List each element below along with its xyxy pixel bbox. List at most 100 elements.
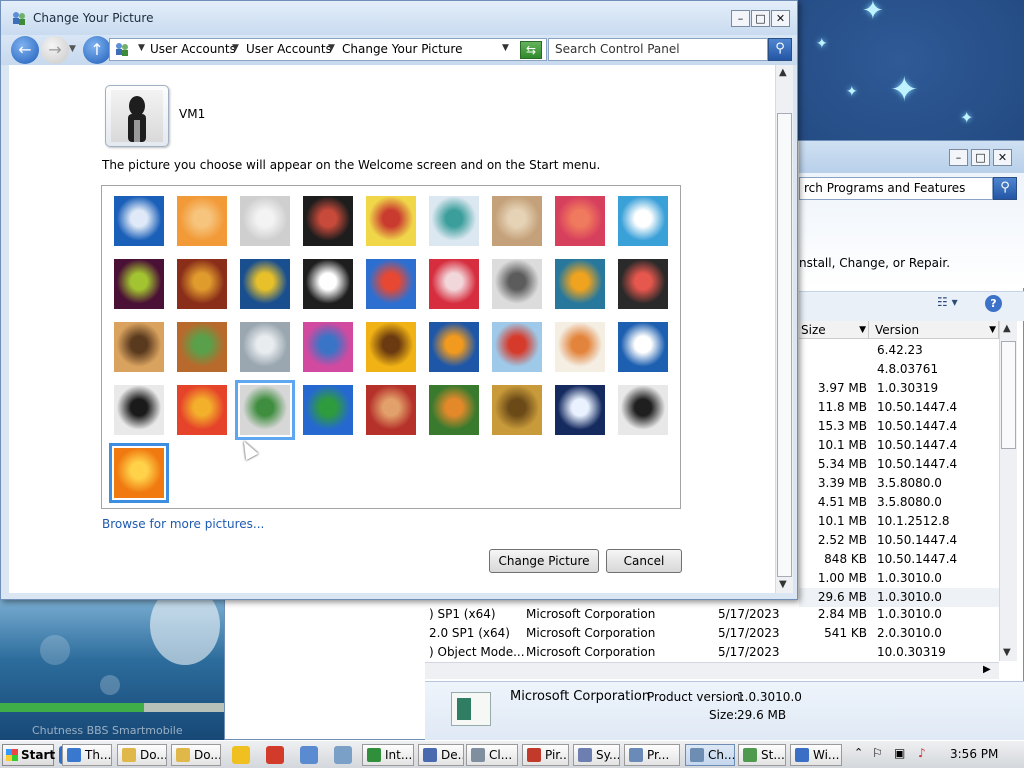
picture-basket[interactable]	[492, 385, 542, 435]
picture-flower[interactable]	[555, 196, 605, 246]
picture-lighthouse[interactable]	[555, 385, 605, 435]
picture-fish[interactable]	[429, 322, 479, 372]
program-row[interactable]: 4.8.03761	[799, 360, 999, 379]
cancel-button[interactable]: Cancel	[606, 549, 682, 573]
picture-pinwheel[interactable]	[618, 196, 668, 246]
dialog-scroll-thumb[interactable]	[777, 113, 792, 577]
address-bar[interactable]: ▼ User Accounts ▼ User Accounts ▼ Change…	[109, 38, 547, 61]
picture-orange-daisy[interactable]	[109, 443, 169, 503]
breadcrumb-arrow-icon[interactable]: ▼	[232, 43, 239, 53]
program-row[interactable]: 5.34 MB 10.50.1447.4	[799, 455, 999, 474]
picture-pomeranian[interactable]	[177, 322, 227, 372]
chevron-up-icon[interactable]: ⌃	[854, 746, 863, 759]
dialog-scrollbar[interactable]: ▲ ▼	[775, 65, 793, 593]
change-picture-button[interactable]: Change Picture	[489, 549, 599, 573]
taskbar-item[interactable]: Wi...	[790, 744, 842, 766]
programs-search-input[interactable]: rch Programs and Features	[799, 177, 993, 200]
picture-woven-pattern[interactable]	[366, 385, 416, 435]
taskbar-item[interactable]: Do...	[117, 744, 167, 766]
taskbar-item[interactable]: Pir...	[522, 744, 569, 766]
taskbar-item[interactable]: Ch...	[685, 744, 735, 766]
program-row[interactable]: 848 KB 10.50.1447.4	[799, 550, 999, 569]
picture-silhouette[interactable]	[618, 385, 668, 435]
taskbar-item[interactable]: Do...	[171, 744, 221, 766]
taskbar-item[interactable]: Pr...	[624, 744, 680, 766]
column-version[interactable]: Version ▼	[873, 321, 999, 339]
program-row[interactable]: ) SP1 (x64) Microsoft Corporation 5/17/202…	[425, 605, 999, 624]
taskbar-item[interactable]: De...	[418, 744, 464, 766]
program-row[interactable]: 10.1 MB 10.1.2512.8	[799, 512, 999, 531]
taskbar-item[interactable]: St...	[738, 744, 786, 766]
picture-paper-crane[interactable]	[618, 259, 668, 309]
breadcrumb-user-accounts[interactable]: User Accounts	[150, 42, 236, 56]
close-button[interactable]: ✕	[771, 10, 790, 27]
picture-lucky-cat[interactable]	[366, 196, 416, 246]
taskbar-item[interactable]: Int...	[362, 744, 414, 766]
picture-star-lantern[interactable]	[429, 259, 479, 309]
programs-maximize-button[interactable]: □	[971, 149, 990, 166]
program-row[interactable]: 4.51 MB 3.5.8080.0	[799, 493, 999, 512]
picture-guitar[interactable]	[114, 322, 164, 372]
quicklaunch-icon[interactable]	[266, 746, 284, 764]
program-row[interactable]: 10.1 MB 10.50.1447.4	[799, 436, 999, 455]
picture-kitten[interactable]	[492, 196, 542, 246]
picture-crayons[interactable]	[366, 259, 416, 309]
taskbar-item[interactable]: Sy...	[573, 744, 620, 766]
picture-scarves[interactable]	[303, 322, 353, 372]
chevron-down-icon[interactable]: ▼	[859, 321, 866, 339]
picture-robot-figure[interactable]	[240, 196, 290, 246]
network-icon[interactable]: ▣	[894, 746, 905, 760]
picture-marbles[interactable]	[235, 380, 295, 440]
scroll-right-icon[interactable]: ▶	[983, 664, 991, 675]
maximize-button[interactable]: □	[751, 10, 770, 27]
picture-doll[interactable]	[555, 322, 605, 372]
programs-scroll-thumb[interactable]	[1001, 341, 1016, 449]
picture-starfish[interactable]	[177, 196, 227, 246]
programs-titlebar[interactable]: – □ ✕	[799, 141, 1024, 173]
picture-butterfly[interactable]	[429, 385, 479, 435]
picture-soccer-ball[interactable]	[114, 385, 164, 435]
picture-jacks[interactable]	[492, 259, 542, 309]
flag-icon[interactable]: ⚐	[872, 746, 883, 760]
picture-hot-air-balloon[interactable]	[492, 322, 542, 372]
minimize-button[interactable]: –	[731, 10, 750, 27]
picture-record-player[interactable]	[303, 196, 353, 246]
picture-sailboat[interactable]	[618, 322, 668, 372]
column-size[interactable]: Size ▼	[799, 321, 869, 339]
picture-dog[interactable]	[303, 259, 353, 309]
program-row[interactable]: 2.52 MB 10.50.1447.4	[799, 531, 999, 550]
program-row[interactable]: 15.3 MB 10.50.1447.4	[799, 417, 999, 436]
search-icon[interactable]: ⚲	[768, 38, 792, 61]
forward-arrow-icon[interactable]: →	[41, 36, 69, 64]
breadcrumb-arrow-icon[interactable]: ▼	[328, 43, 335, 53]
picture-toy-robot[interactable]	[240, 322, 290, 372]
program-row[interactable]: 3.39 MB 3.5.8080.0	[799, 474, 999, 493]
views-icon[interactable]: ☷ ▾	[937, 295, 958, 309]
programs-minimize-button[interactable]: –	[949, 149, 968, 166]
clock[interactable]: 3:56 PM	[950, 747, 998, 761]
programs-close-button[interactable]: ✕	[993, 149, 1012, 166]
taskbar-item[interactable]: Th...	[62, 744, 112, 766]
program-row[interactable]: 3.97 MB 1.0.30319	[799, 379, 999, 398]
search-input[interactable]: Search Control Panel	[548, 38, 768, 61]
program-row[interactable]: 6.42.23	[799, 341, 999, 360]
quicklaunch-icon[interactable]	[300, 746, 318, 764]
volume-muted-icon[interactable]: ♪	[918, 746, 926, 760]
picture-leaf[interactable]	[240, 259, 290, 309]
program-row[interactable]: 11.8 MB 10.50.1447.4	[799, 398, 999, 417]
up-arrow-icon[interactable]: ↑	[83, 36, 111, 64]
picture-roller-coaster[interactable]	[114, 196, 164, 246]
address-dropdown-icon[interactable]: ▼	[502, 43, 509, 53]
scroll-up-icon[interactable]: ▲	[1003, 323, 1011, 334]
picture-sunflower[interactable]	[366, 322, 416, 372]
scroll-down-icon[interactable]: ▼	[779, 579, 787, 590]
start-button[interactable]: Start	[2, 744, 55, 766]
chevron-down-icon[interactable]: ▼	[69, 44, 76, 54]
breadcrumb-change-picture[interactable]: Change Your Picture	[342, 42, 462, 56]
back-arrow-icon[interactable]: ←	[11, 36, 39, 64]
search-icon[interactable]: ⚲	[993, 177, 1017, 200]
picture-stairs[interactable]	[555, 259, 605, 309]
breadcrumb-user-accounts-2[interactable]: User Accounts	[246, 42, 332, 56]
dialog-titlebar[interactable]: Change Your Picture – □ ✕	[1, 1, 797, 35]
taskbar-item[interactable]: Cl...	[466, 744, 518, 766]
